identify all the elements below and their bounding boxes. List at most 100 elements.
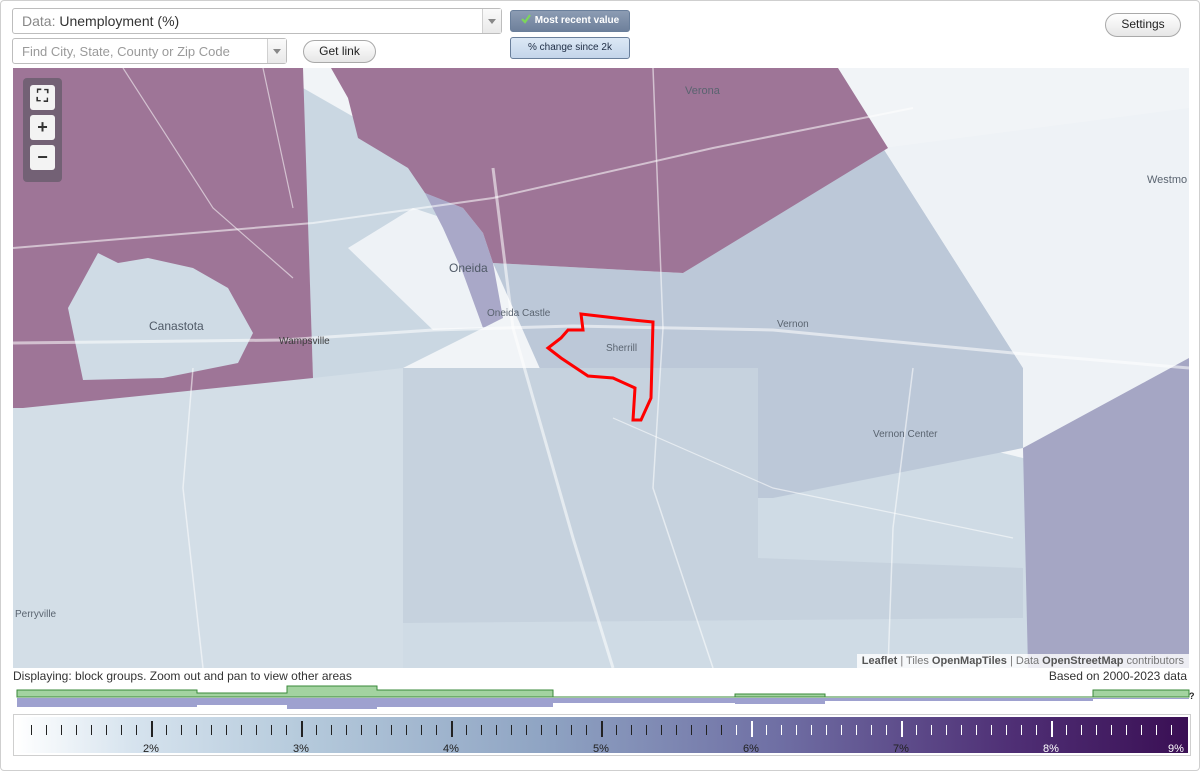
legend-minor-tick: [736, 725, 737, 735]
legend-minor-tick: [976, 725, 977, 735]
legend-minor-tick: [886, 725, 887, 735]
legend-minor-tick: [1081, 725, 1082, 735]
openstreetmap-link[interactable]: OpenStreetMap: [1042, 655, 1123, 667]
based-on-text: Based on 2000-2023 data: [1048, 669, 1187, 683]
data-select[interactable]: Data: Unemployment (%): [12, 8, 502, 34]
legend-minor-tick: [316, 725, 317, 735]
data-select-value: Unemployment (%): [59, 13, 180, 29]
legend-minor-tick: [616, 725, 617, 735]
distribution-histogram: [16, 685, 1190, 709]
legend-minor-tick: [106, 725, 107, 735]
legend-label-4: 4%: [443, 743, 459, 755]
legend-minor-tick: [841, 725, 842, 735]
legend-minor-tick: [496, 725, 497, 735]
legend-minor-tick: [256, 725, 257, 735]
legend-minor-tick: [331, 725, 332, 735]
legend-minor-tick: [196, 725, 197, 735]
legend-minor-tick: [61, 725, 62, 735]
label-vernon-center: Vernon Center: [873, 429, 938, 440]
choropleth-layer: [13, 68, 1189, 668]
legend-minor-tick: [346, 725, 347, 735]
legend-minor-tick: [421, 725, 422, 735]
get-link-button[interactable]: Get link: [303, 40, 376, 63]
legend-minor-tick: [1096, 725, 1097, 735]
histogram-purple: [17, 698, 1189, 709]
data-select-prefix: Data:: [22, 13, 56, 29]
legend-minor-tick: [871, 725, 872, 735]
attribution-sep2: | Data: [1006, 655, 1043, 667]
legend-minor-tick: [136, 725, 137, 735]
legend-minor-tick: [991, 725, 992, 735]
legend-minor-tick: [526, 725, 527, 735]
check-icon: [520, 14, 531, 24]
zoom-in-button[interactable]: +: [30, 115, 55, 140]
legend-minor-tick: [76, 725, 77, 735]
legend-minor-tick: [931, 725, 932, 735]
legend-label-3: 3%: [293, 743, 309, 755]
region-southwest: [13, 368, 403, 668]
color-legend: 2% 3% 4% 5% 6% 7% 8% 9%: [13, 714, 1191, 756]
legend-major-tick: [751, 721, 753, 737]
leaflet-link[interactable]: Leaflet: [862, 655, 897, 667]
legend-label-6: 6%: [743, 743, 759, 755]
most-recent-value-label: Most recent value: [534, 15, 620, 26]
map-attribution: Leaflet | Tiles OpenMapTiles | Data Open…: [856, 654, 1189, 668]
percent-change-toggle[interactable]: % change since 2k: [510, 37, 630, 59]
legend-label-8: 8%: [1043, 743, 1059, 755]
legend-minor-tick: [826, 725, 827, 735]
label-oneida: Oneida: [449, 261, 488, 275]
legend-minor-tick: [46, 725, 47, 735]
legend-label-5: 5%: [593, 743, 609, 755]
legend-minor-tick: [511, 725, 512, 735]
help-icon[interactable]: ?: [1189, 691, 1195, 701]
legend-gradient: 2% 3% 4% 5% 6% 7% 8% 9%: [16, 717, 1188, 755]
label-vernon: Vernon: [777, 319, 809, 330]
legend-minor-tick: [31, 725, 32, 735]
legend-minor-tick: [1171, 725, 1172, 735]
most-recent-value-toggle[interactable]: Most recent value: [510, 10, 630, 32]
legend-minor-tick: [706, 725, 707, 735]
legend-major-tick: [301, 721, 303, 737]
legend-minor-tick: [1141, 725, 1142, 735]
openmaptiles-link[interactable]: OpenMapTiles: [932, 655, 1007, 667]
legend-minor-tick: [916, 725, 917, 735]
legend-minor-tick: [436, 725, 437, 735]
legend-minor-tick: [631, 725, 632, 735]
chevron-down-icon[interactable]: [267, 39, 286, 63]
legend-major-tick: [151, 721, 153, 737]
label-westmoreland: Westmo: [1147, 174, 1188, 186]
legend-minor-tick: [811, 725, 812, 735]
legend-minor-tick: [646, 725, 647, 735]
chevron-down-icon[interactable]: [482, 9, 501, 33]
zoom-control: ⛶ + −: [23, 78, 62, 182]
legend-label-9: 9%: [1168, 743, 1184, 755]
legend-minor-tick: [211, 725, 212, 735]
legend-minor-tick: [391, 725, 392, 735]
zoom-out-button[interactable]: −: [30, 145, 55, 170]
legend-minor-tick: [226, 725, 227, 735]
fit-bounds-button[interactable]: ⛶: [30, 85, 55, 110]
legend-minor-tick: [766, 725, 767, 735]
legend-minor-tick: [1111, 725, 1112, 735]
settings-button[interactable]: Settings: [1105, 13, 1181, 37]
legend-minor-tick: [961, 725, 962, 735]
legend-minor-tick: [406, 725, 407, 735]
legend-minor-tick: [586, 725, 587, 735]
legend-minor-tick: [466, 725, 467, 735]
legend-minor-tick: [946, 725, 947, 735]
location-search[interactable]: [12, 38, 287, 64]
map[interactable]: Verona Westmo Oneida Oneida Castle Canas…: [13, 68, 1189, 668]
legend-minor-tick: [376, 725, 377, 735]
legend-major-tick: [901, 721, 903, 737]
legend-minor-tick: [1066, 725, 1067, 735]
legend-major-tick: [1051, 721, 1053, 737]
legend-minor-tick: [556, 725, 557, 735]
location-search-input[interactable]: [13, 39, 263, 63]
legend-minor-tick: [661, 725, 662, 735]
legend-minor-tick: [541, 725, 542, 735]
legend-minor-tick: [571, 725, 572, 735]
legend-minor-tick: [781, 725, 782, 735]
label-wampsville: Wampsville: [279, 336, 330, 347]
legend-minor-tick: [361, 725, 362, 735]
legend-minor-tick: [241, 725, 242, 735]
